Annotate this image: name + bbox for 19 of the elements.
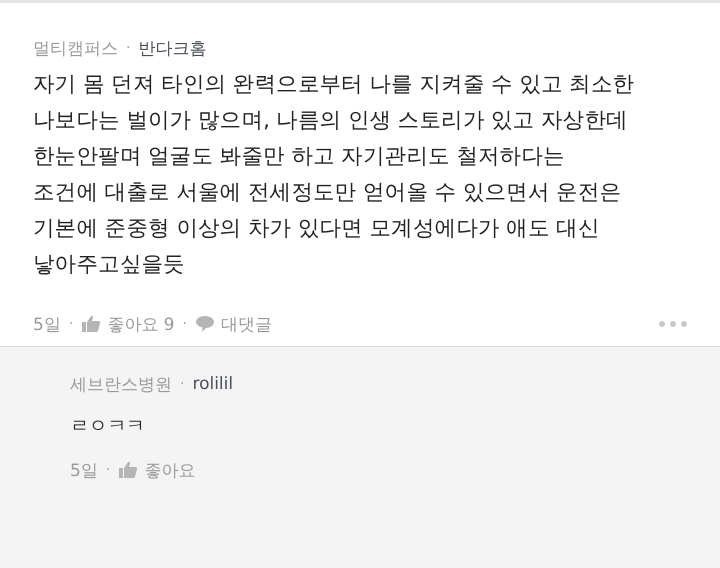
like-button[interactable]: 좋아요 bbox=[118, 458, 196, 482]
comment-text: 자기 몸 던져 타인의 완력으로부터 나를 지켜줄 수 있고 최소한 나보다는 벌이가 많으며, 나름의 인생 스토리가 있고 자상한데 한눈안팔며 얼굴도 봐줄만 하고 자기관리도 철저하다는 조건에 대출로 서울에 전세정도만 얻어올 수 있으면서 운전은 기본에 준중형 이상의 차가 있다면 모계성에다가 애도 대신 낳아주고싶을듯 bbox=[33, 71, 636, 279]
separator-dot: · bbox=[68, 316, 74, 332]
group-name: 멀티캠퍼스 bbox=[33, 38, 118, 60]
comment-text: ㄹㅇㅋㅋ bbox=[70, 414, 146, 439]
thumbs-up-icon bbox=[118, 461, 138, 479]
speech-bubble-icon bbox=[194, 315, 215, 333]
timestamp: 5일 bbox=[33, 314, 61, 336]
author-name[interactable]: rolilil bbox=[192, 374, 234, 394]
separator-dot: · bbox=[180, 376, 184, 392]
group-name: 세브란스병원 bbox=[70, 374, 172, 396]
separator-dot: · bbox=[182, 316, 187, 332]
separator-dot: · bbox=[126, 40, 130, 56]
thumbs-up-icon bbox=[81, 315, 102, 333]
reply-button[interactable]: 대댓글 bbox=[194, 312, 272, 336]
author-name[interactable]: 반다크홈 bbox=[138, 36, 206, 60]
timestamp: 5일 bbox=[70, 460, 98, 482]
like-button[interactable]: 좋아요 9 bbox=[81, 312, 175, 336]
separator-dot: · bbox=[106, 462, 110, 478]
